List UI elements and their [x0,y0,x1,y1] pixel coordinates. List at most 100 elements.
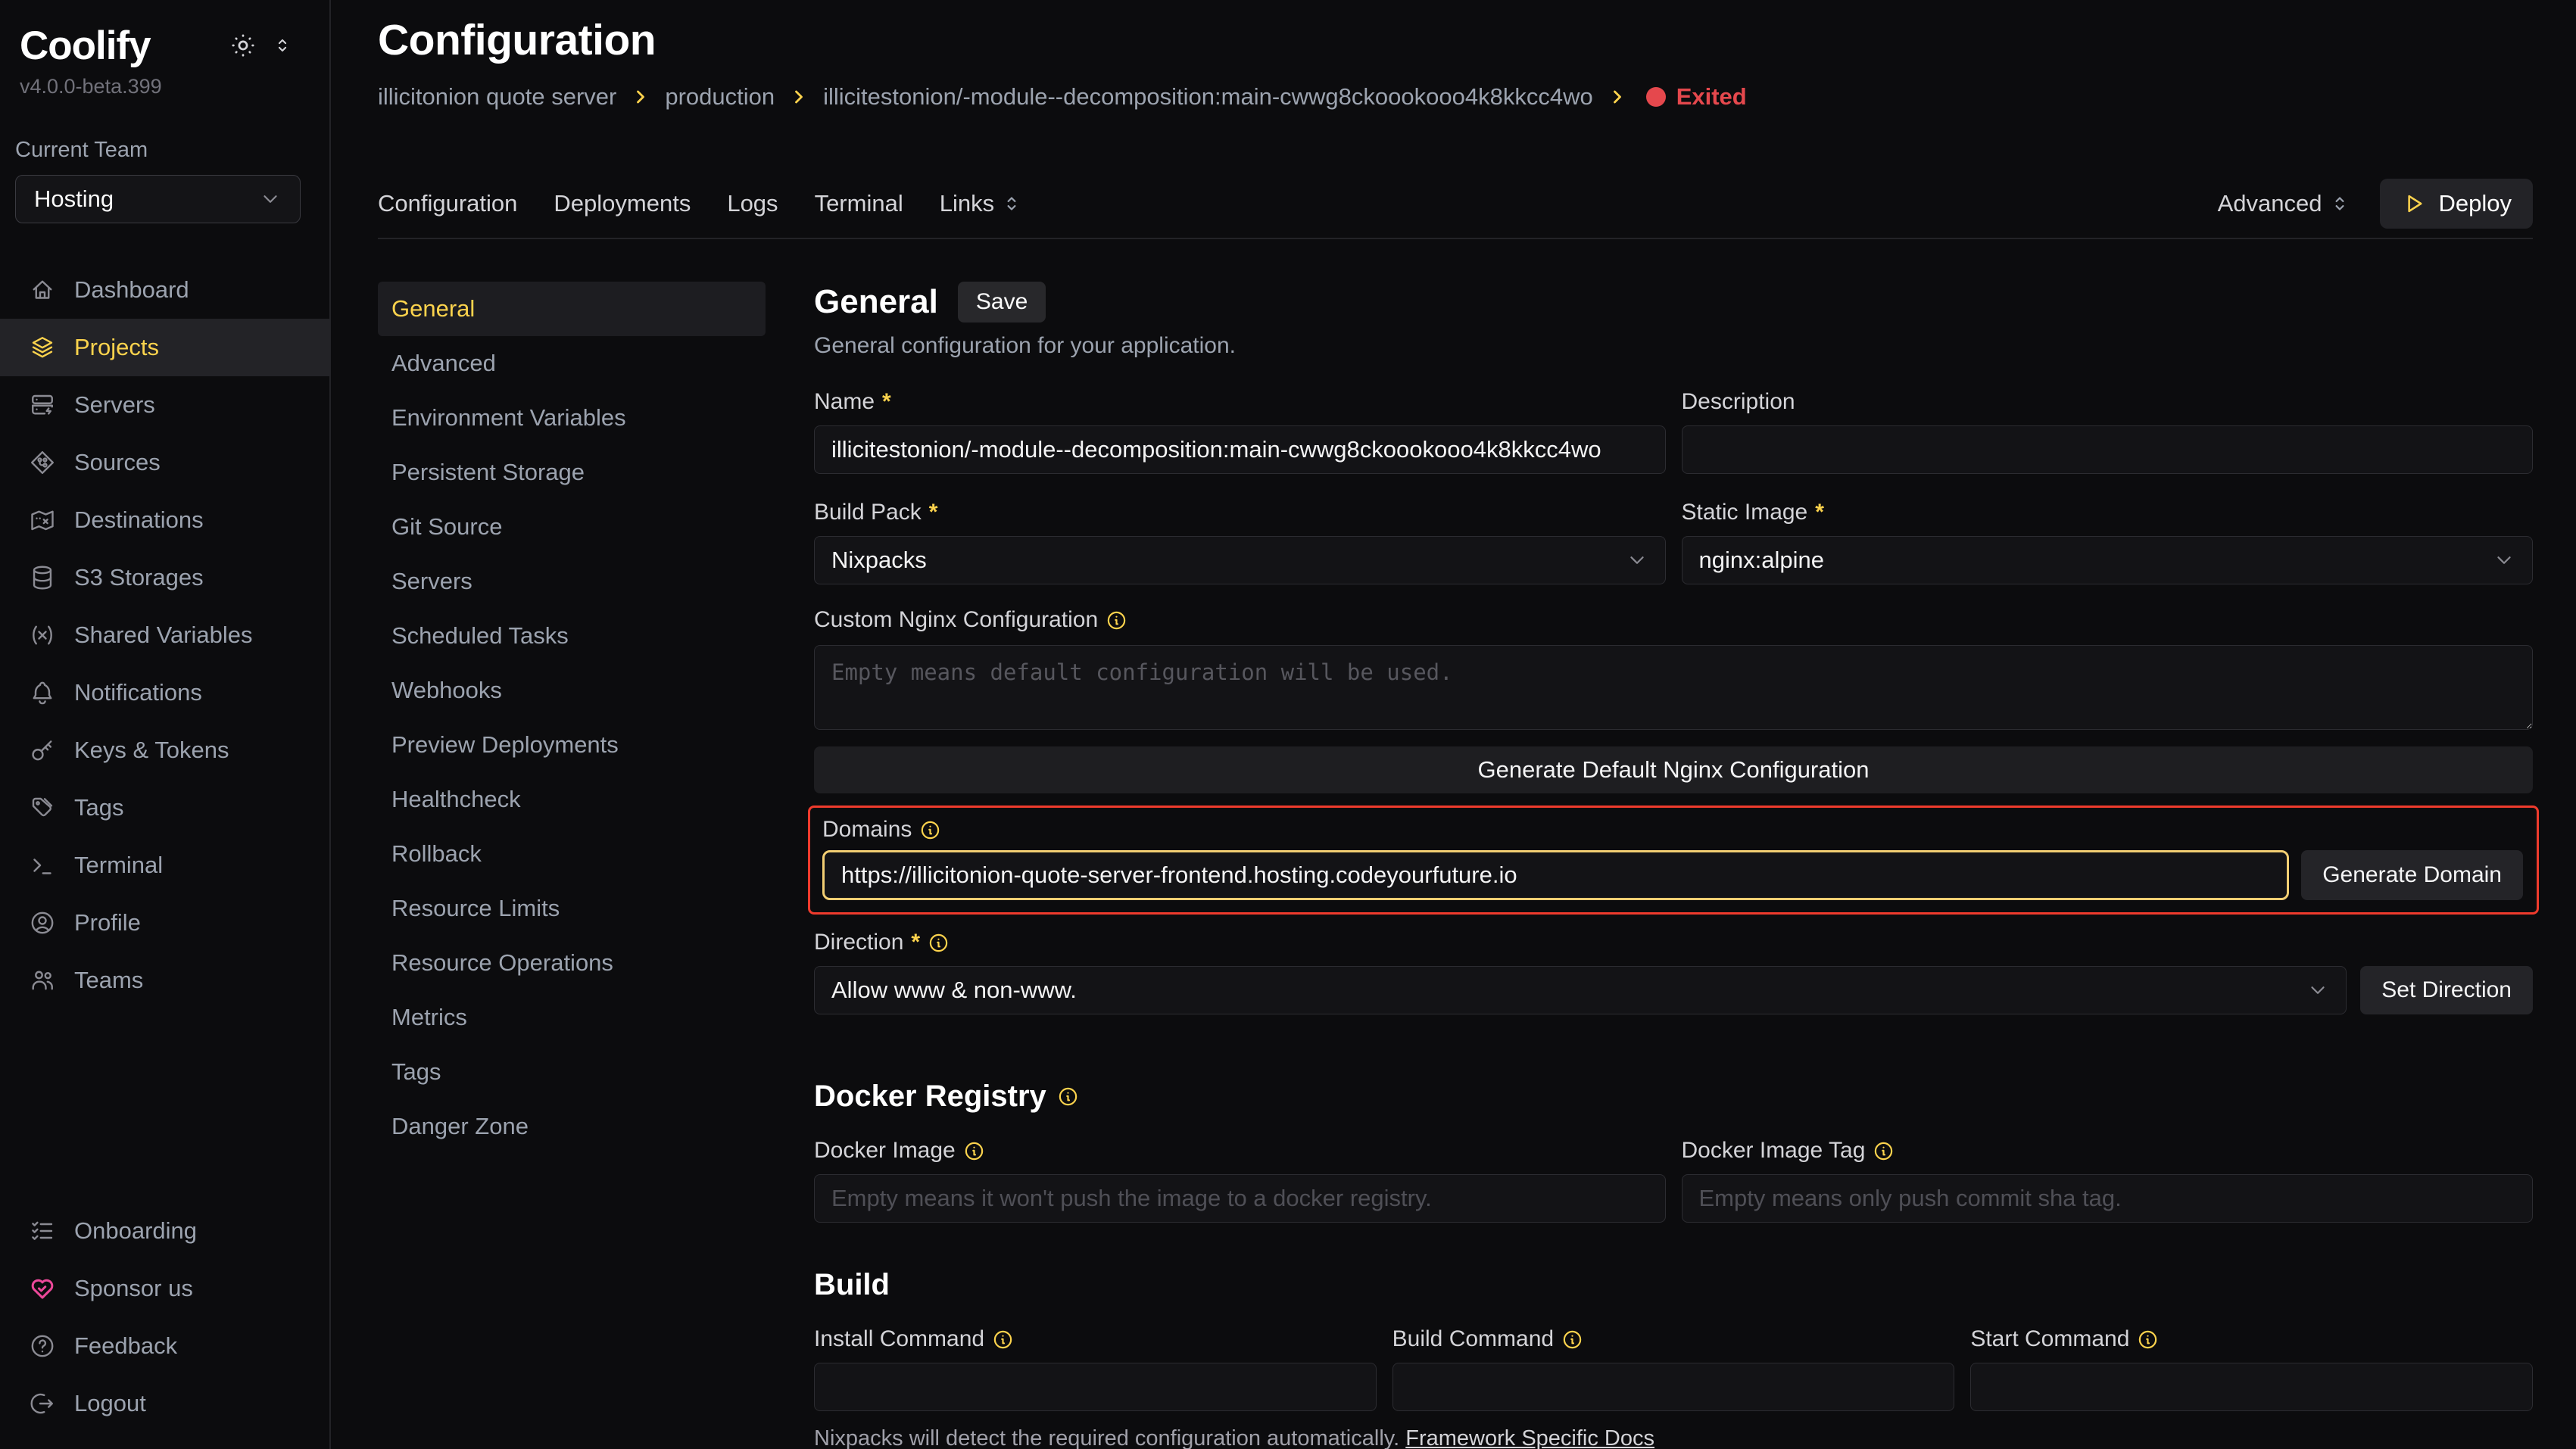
status-text: Exited [1676,83,1747,111]
build-command-input[interactable] [1392,1363,1955,1411]
app-logo: Coolify [20,23,151,69]
sidebar-menu: Dashboard Projects Servers Sources Desti… [0,261,329,1009]
subnav-label: Webhooks [391,677,502,704]
subnav-item-persistent-storage[interactable]: Persistent Storage [378,445,766,500]
info-icon[interactable] [1561,1329,1583,1351]
static-image-select[interactable]: nginx:alpine [1682,536,2534,584]
subnav-item-tags[interactable]: Tags [378,1045,766,1099]
save-button[interactable]: Save [958,282,1046,323]
framework-docs-link[interactable]: Framework Specific Docs [1405,1426,1654,1449]
subnav-item-servers[interactable]: Servers [378,554,766,609]
sidebar-item-label: Tags [74,794,123,821]
subnav-label: Resource Operations [391,949,613,977]
sidebar-item-s3-storages[interactable]: S3 Storages [0,549,329,606]
sidebar-item-tags[interactable]: Tags [0,779,329,837]
subnav-item-preview-deployments[interactable]: Preview Deployments [378,718,766,772]
tab-logs[interactable]: Logs [727,190,778,217]
chevron-right-icon [630,86,651,108]
sidebar-footer-menu: Onboarding Sponsor us Feedback Logout [0,1202,329,1449]
sidebar-item-keys-tokens[interactable]: Keys & Tokens [0,721,329,779]
general-heading: General [814,283,938,321]
deploy-button[interactable]: Deploy [2380,179,2534,229]
info-icon[interactable] [1873,1140,1895,1162]
team-select[interactable]: Hosting [15,175,301,223]
direction-row: Allow www & non-www. Set Direction [814,966,2533,1014]
sidebar-item-servers[interactable]: Servers [0,376,329,434]
subnav-label: Git Source [391,513,502,541]
sidebar-item-label: Projects [74,334,159,361]
tab-deployments[interactable]: Deployments [554,190,691,217]
name-input[interactable] [814,425,1666,474]
chevron-right-icon [788,86,809,108]
info-icon[interactable] [1057,1086,1079,1108]
page-title: Configuration [378,15,2533,65]
sidebar-item-dashboard[interactable]: Dashboard [0,261,329,319]
sidebar-item-sources[interactable]: Sources [0,434,329,491]
sidebar-item-terminal[interactable]: Terminal [0,837,329,894]
sidebar-item-feedback[interactable]: Feedback [0,1317,329,1375]
tab-links[interactable]: Links [940,190,1023,217]
subnav-item-resource-limits[interactable]: Resource Limits [378,881,766,936]
description-input[interactable] [1682,425,2534,474]
tab-terminal[interactable]: Terminal [815,190,903,217]
sidebar-item-label: Sponsor us [74,1275,193,1302]
subnav-item-metrics[interactable]: Metrics [378,990,766,1045]
sidebar-item-logout[interactable]: Logout [0,1375,329,1432]
direction-select[interactable]: Allow www & non-www. [814,966,2347,1014]
info-icon[interactable] [992,1329,1014,1351]
info-icon[interactable] [2137,1329,2159,1351]
subnav-item-scheduled-tasks[interactable]: Scheduled Tasks [378,609,766,663]
install-command-label: Install Command [814,1326,1377,1352]
subnav-item-rollback[interactable]: Rollback [378,827,766,881]
direction-value: Allow www & non-www. [831,977,1077,1004]
domains-input[interactable] [822,850,2289,900]
sidebar-item-sponsor-us[interactable]: Sponsor us [0,1260,329,1317]
chevron-down-icon [2493,549,2515,572]
info-icon[interactable] [1106,609,1127,631]
subnav-item-danger-zone[interactable]: Danger Zone [378,1099,766,1154]
info-icon[interactable] [919,819,941,841]
generate-nginx-button[interactable]: Generate Default Nginx Configuration [814,746,2533,793]
advanced-dropdown[interactable]: Advanced [2218,190,2351,217]
subnav-item-resource-operations[interactable]: Resource Operations [378,936,766,990]
bell-icon [29,679,56,706]
breadcrumb-project[interactable]: illicitonion quote server [378,83,616,111]
docker-image-label: Docker Image [814,1138,1666,1164]
tab-label: Deployments [554,190,691,217]
sidebar-item-shared-variables[interactable]: Shared Variables [0,606,329,664]
docker-image-input[interactable] [814,1174,1666,1223]
breadcrumb-application[interactable]: illicitestonion/-module--decomposition:m… [823,83,1593,111]
static-image-value: nginx:alpine [1699,547,1824,574]
subnav-item-environment-variables[interactable]: Environment Variables [378,391,766,445]
info-icon[interactable] [928,932,950,954]
sidebar-item-destinations[interactable]: Destinations [0,491,329,549]
tab-label: Configuration [378,190,517,217]
docker-image-tag-input[interactable] [1682,1174,2534,1223]
build-pack-select[interactable]: Nixpacks [814,536,1666,584]
subnav-item-webhooks[interactable]: Webhooks [378,663,766,718]
theme-selector-icon[interactable] [272,35,293,56]
breadcrumb-environment[interactable]: production [665,83,775,111]
logout-icon [29,1390,56,1417]
subnav-label: Resource Limits [391,895,560,922]
sidebar-item-notifications[interactable]: Notifications [0,664,329,721]
install-command-input[interactable] [814,1363,1377,1411]
start-command-input[interactable] [1970,1363,2533,1411]
sidebar-item-teams[interactable]: Teams [0,952,329,1009]
chevron-right-icon [1607,86,1628,108]
info-icon[interactable] [963,1140,985,1162]
status-dot-icon [1646,87,1666,107]
subnav-item-git-source[interactable]: Git Source [378,500,766,554]
theme-sun-icon[interactable] [229,32,257,59]
sidebar-item-label: Onboarding [74,1217,197,1245]
subnav-item-advanced[interactable]: Advanced [378,336,766,391]
set-direction-button[interactable]: Set Direction [2360,966,2533,1014]
subnav-item-general[interactable]: General [378,282,766,336]
tab-configuration[interactable]: Configuration [378,190,517,217]
sidebar-item-projects[interactable]: Projects [0,319,329,376]
sidebar-item-onboarding[interactable]: Onboarding [0,1202,329,1260]
subnav-item-healthcheck[interactable]: Healthcheck [378,772,766,827]
sidebar-item-profile[interactable]: Profile [0,894,329,952]
nginx-config-textarea[interactable] [814,645,2533,730]
generate-domain-button[interactable]: Generate Domain [2301,850,2523,900]
